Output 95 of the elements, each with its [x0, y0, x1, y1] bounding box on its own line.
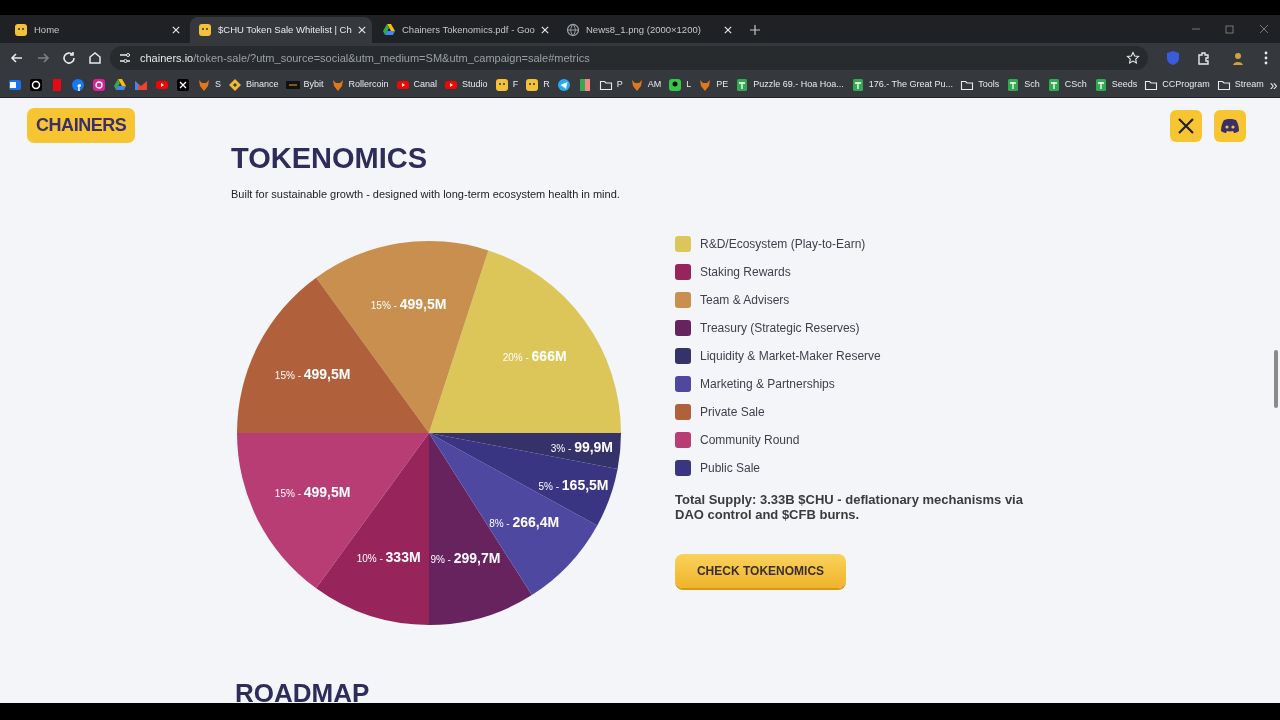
star-icon[interactable]: [1126, 51, 1140, 65]
x-icon[interactable]: [176, 78, 190, 92]
circle-icon[interactable]: [29, 78, 43, 92]
smiley-icon: [494, 78, 509, 92]
strip-icon[interactable]: [50, 78, 64, 92]
legend-label: Marketing & Partnerships: [700, 375, 835, 393]
section-heading: ROADMAP: [235, 680, 370, 703]
bookmark[interactable]: P: [598, 78, 623, 92]
profile-icon[interactable]: [1230, 50, 1246, 66]
paper-plane-icon[interactable]: [556, 78, 571, 92]
bookmark[interactable]: Tools: [960, 78, 1000, 92]
menu-icon[interactable]: [1264, 51, 1268, 65]
section-heading: TOKENOMICS: [231, 141, 428, 176]
logo[interactable]: CHAINERS: [27, 108, 136, 143]
mail-icon[interactable]: [8, 78, 22, 92]
bookmark[interactable]: Stream: [1216, 78, 1264, 92]
home-icon[interactable]: [87, 50, 103, 66]
bookmark[interactable]: Binance: [228, 78, 279, 92]
bookmark[interactable]: CSch: [1046, 78, 1087, 92]
globe-icon: [566, 23, 580, 37]
tab[interactable]: $CHU Token Sale Whitelist | Ch: [190, 17, 372, 43]
section-subtitle: Built for sustainable growth - designed with long-term ecosystem health in mind.: [231, 186, 620, 202]
bookmark[interactable]: Sch: [1006, 78, 1040, 92]
play-icon: [395, 78, 410, 92]
reload-icon[interactable]: [61, 50, 77, 66]
bookmark[interactable]: S: [197, 78, 221, 92]
slice-label: 8% - 266,4M: [489, 513, 560, 530]
bookmark[interactable]: Canal: [395, 78, 438, 92]
spreadsheet-icon: [1006, 78, 1021, 92]
app-tile-icon: [668, 78, 683, 92]
folder-icon: [1216, 78, 1231, 92]
bookmark[interactable]: CCProgram: [1144, 78, 1210, 92]
folder-icon: [598, 78, 613, 92]
legend-label: Treasury (Strategic Reserves): [700, 319, 860, 337]
tab[interactable]: Home: [6, 17, 188, 43]
triangle-icon: [382, 23, 396, 37]
tab[interactable]: Chainers Tokenomics.pdf - Goo: [374, 17, 556, 43]
site-settings-icon[interactable]: [118, 51, 132, 65]
smiley-icon: [198, 23, 212, 37]
fox-icon: [698, 78, 713, 92]
scrollbar-thumb[interactable]: [1274, 350, 1278, 408]
folder-icon: [1144, 78, 1159, 92]
spreadsheet-icon: [1093, 78, 1108, 92]
total-supply-text: Total Supply: 3.33B $CHU - deflationary mechanisms via DAO control and $CFB burns.: [675, 491, 1024, 522]
facebook-icon[interactable]: [71, 78, 85, 92]
puzzle-icon[interactable]: [1196, 50, 1212, 66]
bookmark[interactable]: R: [525, 78, 550, 92]
spreadsheet-icon: [1046, 78, 1061, 92]
bookmark[interactable]: Bybit: [285, 78, 324, 92]
fox-icon: [197, 78, 211, 92]
slice-label: 5% - 165,5M: [538, 476, 609, 493]
slice-label: 15% - 499,5M: [370, 295, 447, 312]
legend-label: Staking Rewards: [700, 263, 791, 281]
bookmark[interactable]: F: [494, 78, 519, 92]
play-icon: [444, 78, 459, 92]
legend-label: Team & Advisers: [700, 291, 790, 309]
diamond-icon: [228, 78, 242, 92]
slice-label: 9% - 299,7M: [430, 549, 501, 566]
play-icon[interactable]: [155, 78, 169, 92]
tab[interactable]: News8_1.png (2000×1200): [558, 17, 740, 43]
legend-label: R&D/Ecosystem (Play-to-Earn): [700, 235, 866, 253]
bookmark[interactable]: L: [668, 78, 692, 92]
more-bookmarks-button[interactable]: »: [1269, 74, 1278, 96]
bookmark[interactable]: Puzzle 69.- Hoa Hoa...: [735, 78, 844, 92]
legend-label: Private Sale: [700, 403, 765, 421]
check-tokenomics-button[interactable]: CHECK TOKENOMICS: [675, 553, 846, 588]
restore-icon[interactable]: [1225, 24, 1235, 34]
smiley-icon: [525, 78, 540, 92]
bookmark[interactable]: 176.- The Great Pu...: [850, 78, 954, 92]
slice-label: 3% - 99,9M: [550, 438, 614, 455]
new-tab-icon[interactable]: [750, 25, 760, 35]
legend-label: Liquidity & Market-Maker Reserve: [700, 347, 881, 365]
bookmark[interactable]: AM: [629, 78, 662, 92]
x-link-icon[interactable]: [1170, 109, 1202, 142]
fox-icon: [629, 78, 644, 92]
smiley-icon: [14, 23, 28, 37]
address-bar[interactable]: chainers.io/token-sale/?utm_source=social&utm_medium=SM&utm_campaign=sale#metrics: [110, 46, 1148, 70]
slice-label: 10% - 333M: [356, 548, 421, 565]
legend-label: Public Sale: [700, 459, 761, 477]
discord-link-icon[interactable]: [1214, 109, 1246, 142]
slice-label: 20% - 666M: [502, 347, 567, 364]
bookmark[interactable]: PE: [698, 78, 729, 92]
bookmark[interactable]: Seeds: [1093, 78, 1138, 92]
bookmark[interactable]: Rollercoin: [330, 78, 389, 92]
bookmark[interactable]: Studio: [444, 78, 488, 92]
slice-label: 15% - 499,5M: [274, 365, 351, 382]
slice-label: 15% - 499,5M: [274, 483, 351, 500]
spreadsheet-icon: [850, 78, 865, 92]
triangle-icon[interactable]: [113, 78, 127, 92]
legend-label: Community Round: [700, 431, 800, 449]
spreadsheet-icon: [735, 78, 750, 92]
instagram-icon[interactable]: [92, 78, 106, 92]
folder-icon: [960, 78, 975, 92]
url-text: chainers.io/token-sale/?utm_source=social&utm_medium=SM&utm_campaign=sale#metrics: [140, 50, 590, 66]
fox-icon: [330, 78, 345, 92]
